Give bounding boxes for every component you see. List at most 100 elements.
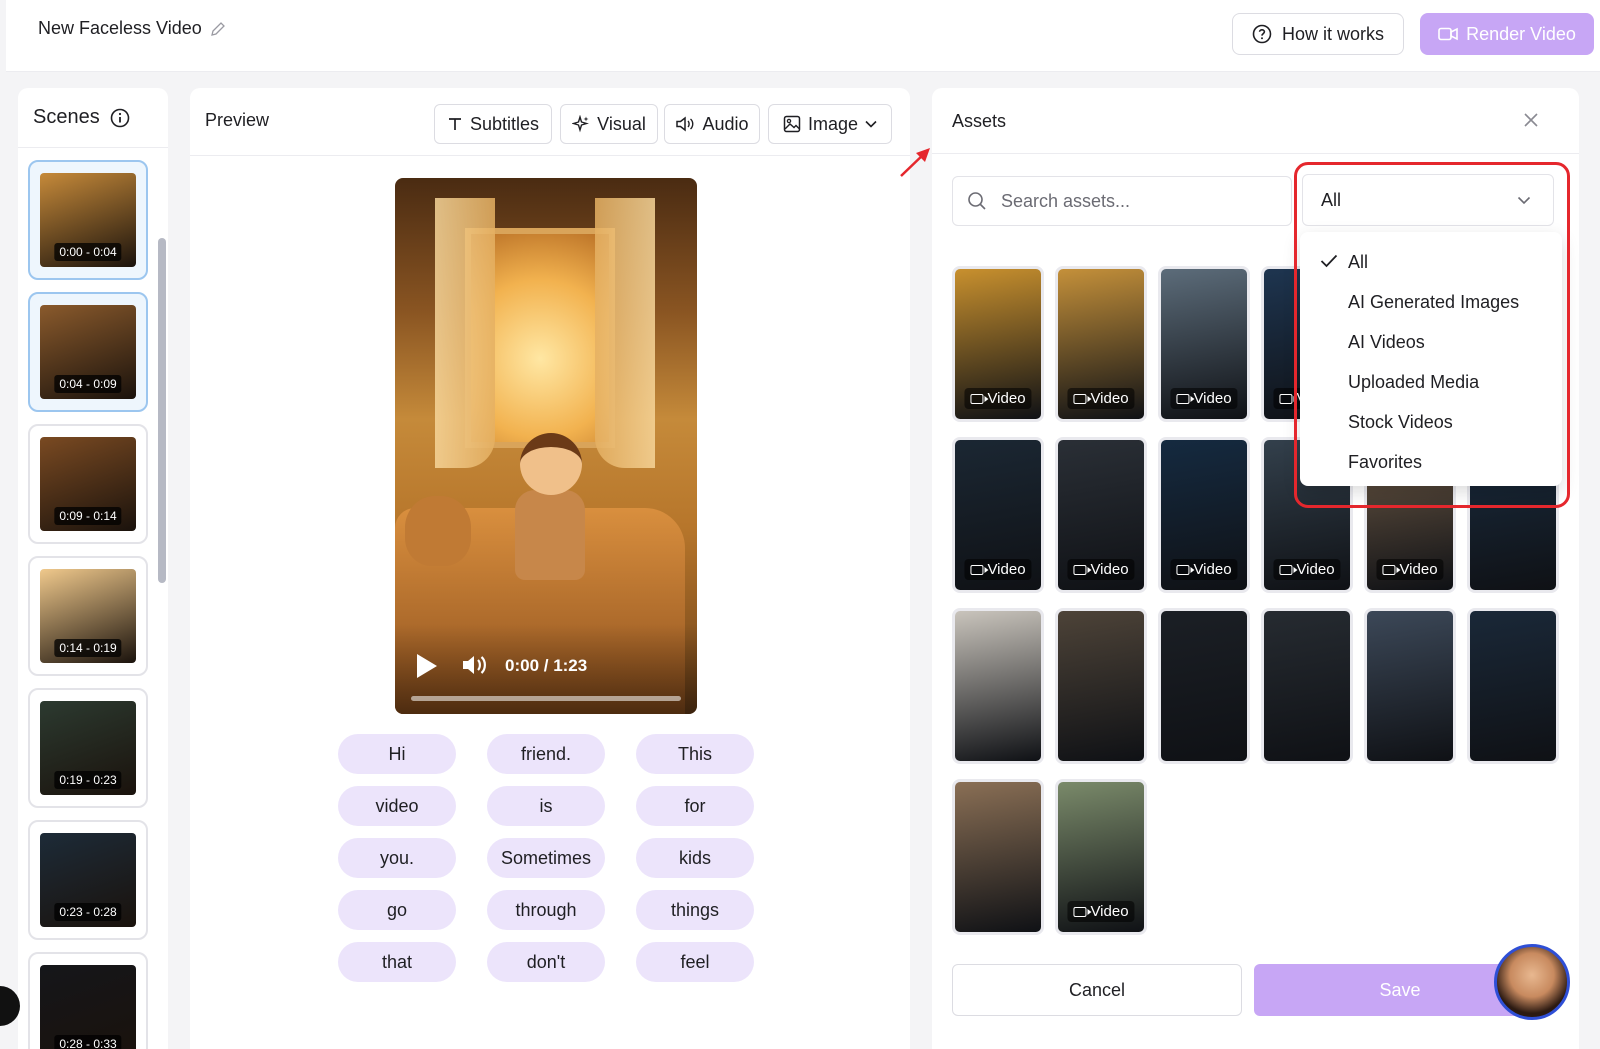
scene-thumbnail: 0:23 - 0:28 (40, 833, 136, 927)
asset-thumbnail[interactable] (1158, 608, 1250, 764)
video-badge: Video (1273, 559, 1341, 580)
video-camera-icon (1073, 564, 1092, 575)
tab-audio-label: Audio (702, 113, 749, 134)
video-badge: Video (964, 388, 1032, 409)
scene-time-range: 0:09 - 0:14 (54, 507, 122, 525)
subtitle-word-chip[interactable]: things (636, 890, 754, 930)
asset-thumbnail[interactable] (1055, 608, 1147, 764)
boy-body-art (515, 490, 585, 580)
search-assets-field[interactable] (952, 176, 1292, 226)
how-it-works-button[interactable]: How it works (1232, 13, 1404, 55)
subtitle-words: Hi friend. This video is for you. Sometimes kids… (338, 734, 758, 982)
boy-head-art (520, 433, 582, 495)
close-icon[interactable] (1521, 110, 1541, 130)
video-camera-icon (1073, 393, 1092, 404)
info-icon[interactable] (110, 108, 130, 128)
video-badge: Video (1067, 388, 1135, 409)
scene-time-range: 0:23 - 0:28 (54, 903, 122, 921)
video-badge-label: Video (1090, 561, 1129, 578)
tab-visual-label: Visual (597, 113, 646, 134)
tab-image-dropdown[interactable]: Image (768, 104, 892, 144)
assistant-avatar[interactable] (1494, 944, 1570, 1020)
subtitle-word-chip[interactable]: is (487, 786, 605, 826)
video-camera-icon (1279, 393, 1298, 404)
subtitle-word-chip[interactable]: video (338, 786, 456, 826)
cancel-button[interactable]: Cancel (952, 964, 1242, 1016)
image-icon (783, 115, 801, 133)
asset-thumbnail[interactable]: Video (952, 437, 1044, 593)
scene-card[interactable]: 0:14 - 0:19 (28, 556, 148, 676)
tab-audio[interactable]: Audio (664, 104, 760, 144)
asset-thumbnail[interactable] (952, 779, 1044, 935)
scene-card[interactable]: 0:19 - 0:23 (28, 688, 148, 808)
video-badge: Video (1170, 559, 1238, 580)
video-badge: Video (1067, 901, 1135, 922)
search-assets-input[interactable] (1001, 190, 1261, 212)
speaker-icon (676, 116, 694, 132)
subtitle-word-chip[interactable]: friend. (487, 734, 605, 774)
teddy-bear-art (405, 496, 471, 566)
scene-card[interactable]: 0:23 - 0:28 (28, 820, 148, 940)
asset-thumbnail[interactable]: Video (1158, 437, 1250, 593)
video-badge: Video (1376, 559, 1444, 580)
video-badge-label: Video (1090, 903, 1129, 920)
pencil-icon[interactable] (210, 21, 226, 37)
video-progress-bar[interactable] (411, 696, 681, 701)
video-badge: Video (964, 559, 1032, 580)
video-camera-icon (1279, 564, 1298, 575)
asset-thumbnail[interactable]: Video (1055, 266, 1147, 422)
asset-thumbnail[interactable] (1261, 608, 1353, 764)
subtitle-word-chip[interactable]: This (636, 734, 754, 774)
subtitle-word-chip[interactable]: Hi (338, 734, 456, 774)
document-title[interactable]: New Faceless Video (38, 18, 226, 39)
asset-thumbnail[interactable]: Video (1158, 266, 1250, 422)
subtitle-word-chip[interactable]: Sometimes (487, 838, 605, 878)
video-badge-label: Video (987, 390, 1026, 407)
scene-thumbnail: 0:19 - 0:23 (40, 701, 136, 795)
scene-card[interactable]: 0:04 - 0:09 (28, 292, 148, 412)
render-video-button[interactable]: Render Video (1420, 13, 1594, 55)
tab-visual[interactable]: Visual (560, 104, 658, 144)
video-badge: Video (1170, 388, 1238, 409)
assets-title: Assets (952, 111, 1007, 131)
scenes-scrollbar-thumb[interactable] (158, 238, 166, 583)
preview-panel: Preview Subtitles Visual Audio Image 0:0… (190, 88, 910, 1049)
subtitle-word-chip[interactable]: through (487, 890, 605, 930)
scene-thumbnail: 0:09 - 0:14 (40, 437, 136, 531)
how-it-works-label: How it works (1281, 23, 1384, 44)
tab-subtitles[interactable]: Subtitles (434, 104, 552, 144)
sparkles-icon (572, 115, 590, 133)
video-camera-icon (1438, 27, 1458, 41)
play-icon[interactable] (417, 654, 437, 678)
scene-card[interactable]: 0:00 - 0:04 (28, 160, 148, 280)
subtitle-word-chip[interactable]: don't (487, 942, 605, 982)
scene-thumbnail: 0:14 - 0:19 (40, 569, 136, 663)
document-title-text: New Faceless Video (38, 18, 202, 38)
subtitle-word-chip[interactable]: kids (636, 838, 754, 878)
subtitle-word-chip[interactable]: feel (636, 942, 754, 982)
render-video-label: Render Video (1466, 23, 1576, 44)
video-badge-label: Video (1193, 390, 1232, 407)
asset-thumbnail[interactable] (1364, 608, 1456, 764)
asset-thumbnail[interactable]: Video (1055, 437, 1147, 593)
asset-thumbnail[interactable] (952, 608, 1044, 764)
subtitle-word-chip[interactable]: that (338, 942, 456, 982)
asset-thumbnail[interactable]: Video (1055, 779, 1147, 935)
subtitle-word-chip[interactable]: you. (338, 838, 456, 878)
help-widget-icon[interactable] (0, 986, 20, 1026)
scenes-title: Scenes (33, 106, 100, 128)
scenes-panel: Scenes 0:00 - 0:04 0:04 - 0:09 0:09 - 0:14… (18, 88, 168, 1049)
subtitle-word-chip[interactable]: for (636, 786, 754, 826)
subtitle-word-chip[interactable]: go (338, 890, 456, 930)
scene-time-range: 0:04 - 0:09 (54, 375, 122, 393)
scene-time-range: 0:28 - 0:33 (54, 1035, 122, 1049)
asset-thumbnail[interactable]: Video (952, 266, 1044, 422)
video-player[interactable]: 0:00 / 1:23 (395, 178, 697, 714)
video-badge-label: Video (1399, 561, 1438, 578)
scene-card[interactable]: 0:09 - 0:14 (28, 424, 148, 544)
video-badge: Video (1067, 559, 1135, 580)
scene-card[interactable]: 0:28 - 0:33 (28, 952, 148, 1049)
asset-thumbnail[interactable] (1467, 608, 1559, 764)
volume-icon[interactable] (461, 653, 489, 677)
video-camera-icon (1176, 393, 1195, 404)
